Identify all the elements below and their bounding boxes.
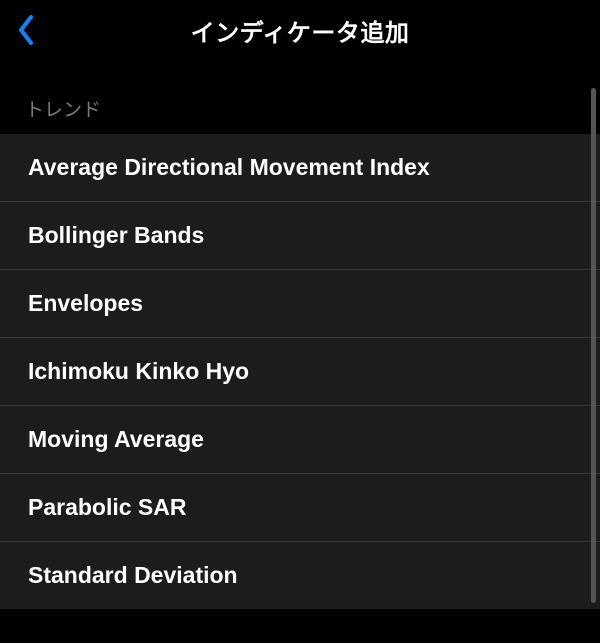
chevron-left-icon [15, 13, 37, 47]
list-item[interactable]: Average Directional Movement Index [0, 134, 600, 201]
header: インディケータ追加 [0, 0, 600, 60]
scrollbar[interactable] [591, 88, 596, 603]
list-item[interactable]: Parabolic SAR [0, 473, 600, 541]
content: トレンド Average Directional Movement Index … [0, 60, 600, 609]
section-header-trend: トレンド [0, 95, 600, 134]
back-button[interactable] [15, 13, 37, 47]
list-item[interactable]: Standard Deviation [0, 541, 600, 609]
indicator-list: Average Directional Movement Index Bolli… [0, 134, 600, 609]
list-item[interactable]: Ichimoku Kinko Hyo [0, 337, 600, 405]
list-item[interactable]: Moving Average [0, 405, 600, 473]
page-title: インディケータ追加 [0, 13, 600, 48]
list-item[interactable]: Bollinger Bands [0, 201, 600, 269]
list-item[interactable]: Envelopes [0, 269, 600, 337]
